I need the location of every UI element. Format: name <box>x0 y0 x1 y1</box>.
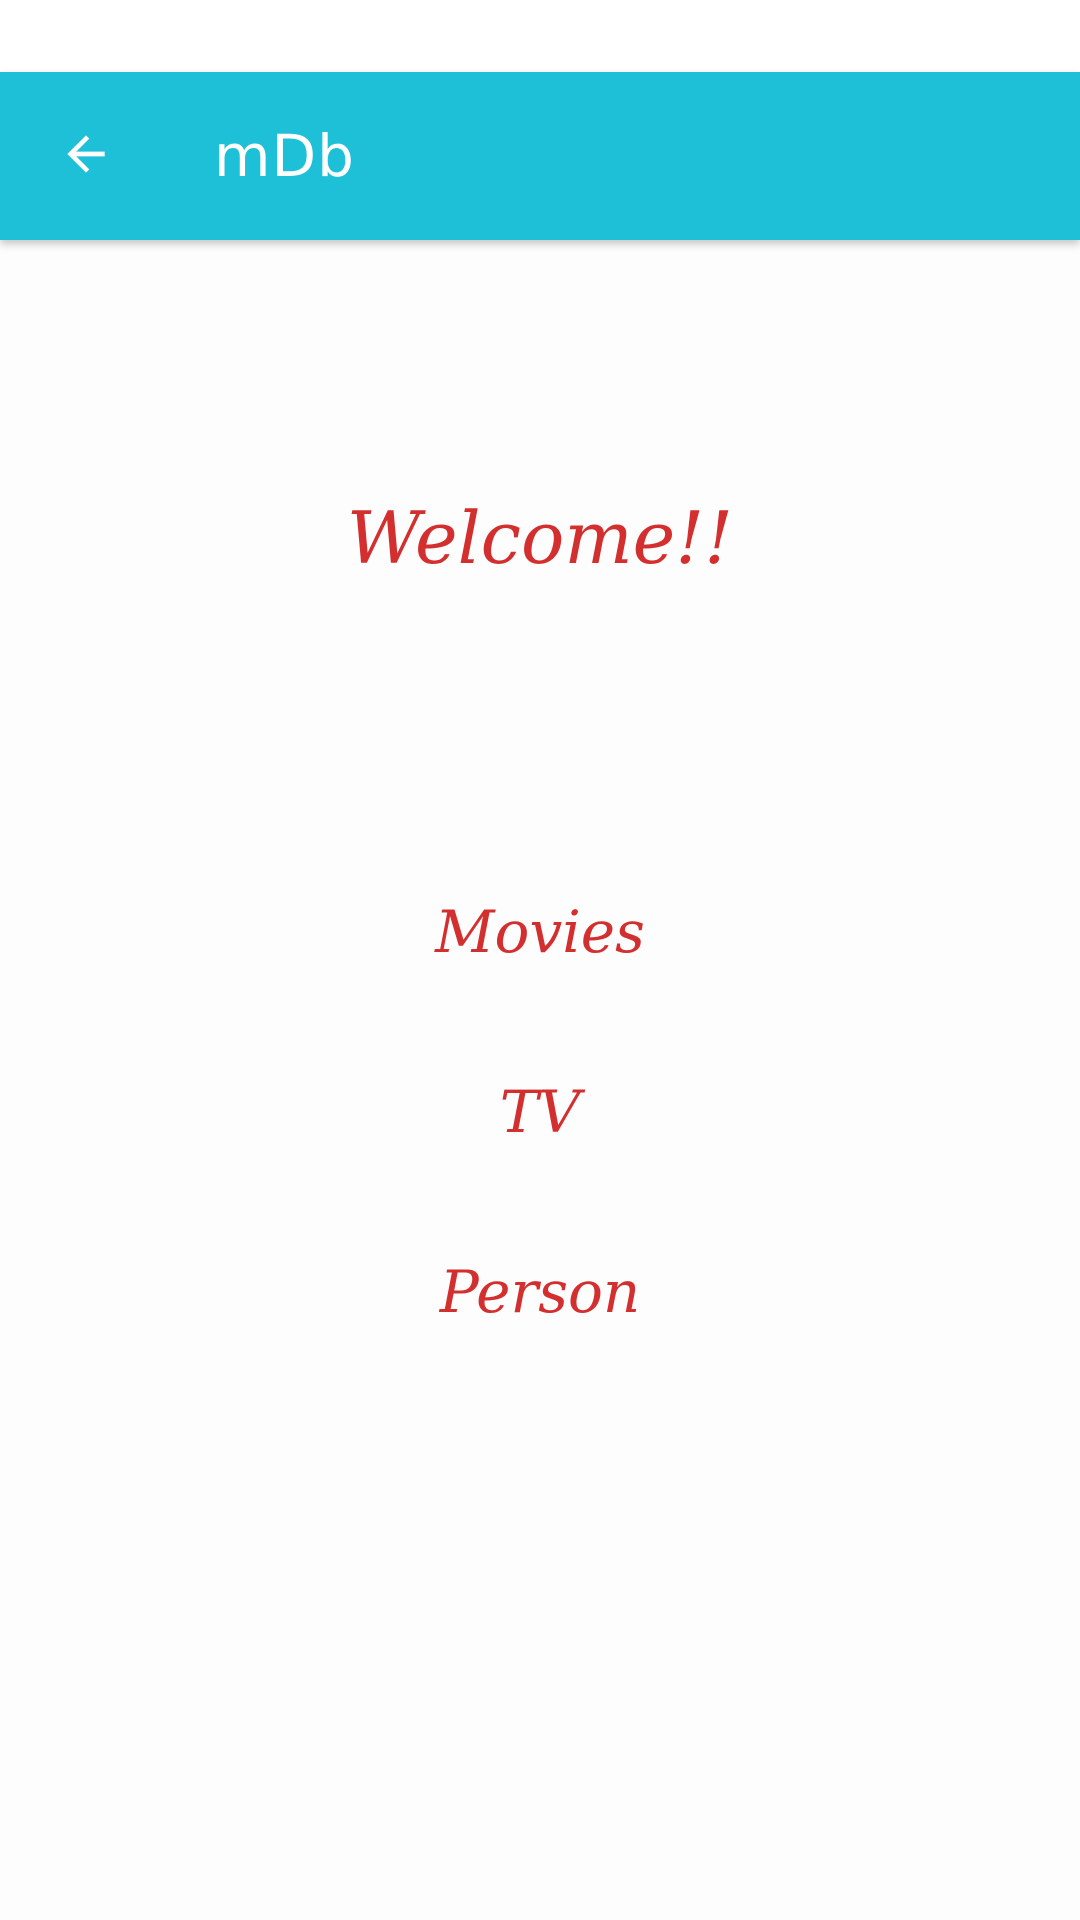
menu-item-movies[interactable]: Movies <box>340 872 740 992</box>
arrow-left-icon <box>58 126 114 186</box>
back-button[interactable] <box>42 112 130 200</box>
main-content: Welcome!! Movies TV Person <box>0 240 1080 1920</box>
menu-item-tv[interactable]: TV <box>340 1052 740 1172</box>
app-bar: mDb <box>0 72 1080 240</box>
app-title: mDb <box>214 122 355 190</box>
welcome-heading: Welcome!! <box>346 496 734 580</box>
menu-item-person[interactable]: Person <box>340 1232 740 1352</box>
status-bar <box>0 0 1080 72</box>
